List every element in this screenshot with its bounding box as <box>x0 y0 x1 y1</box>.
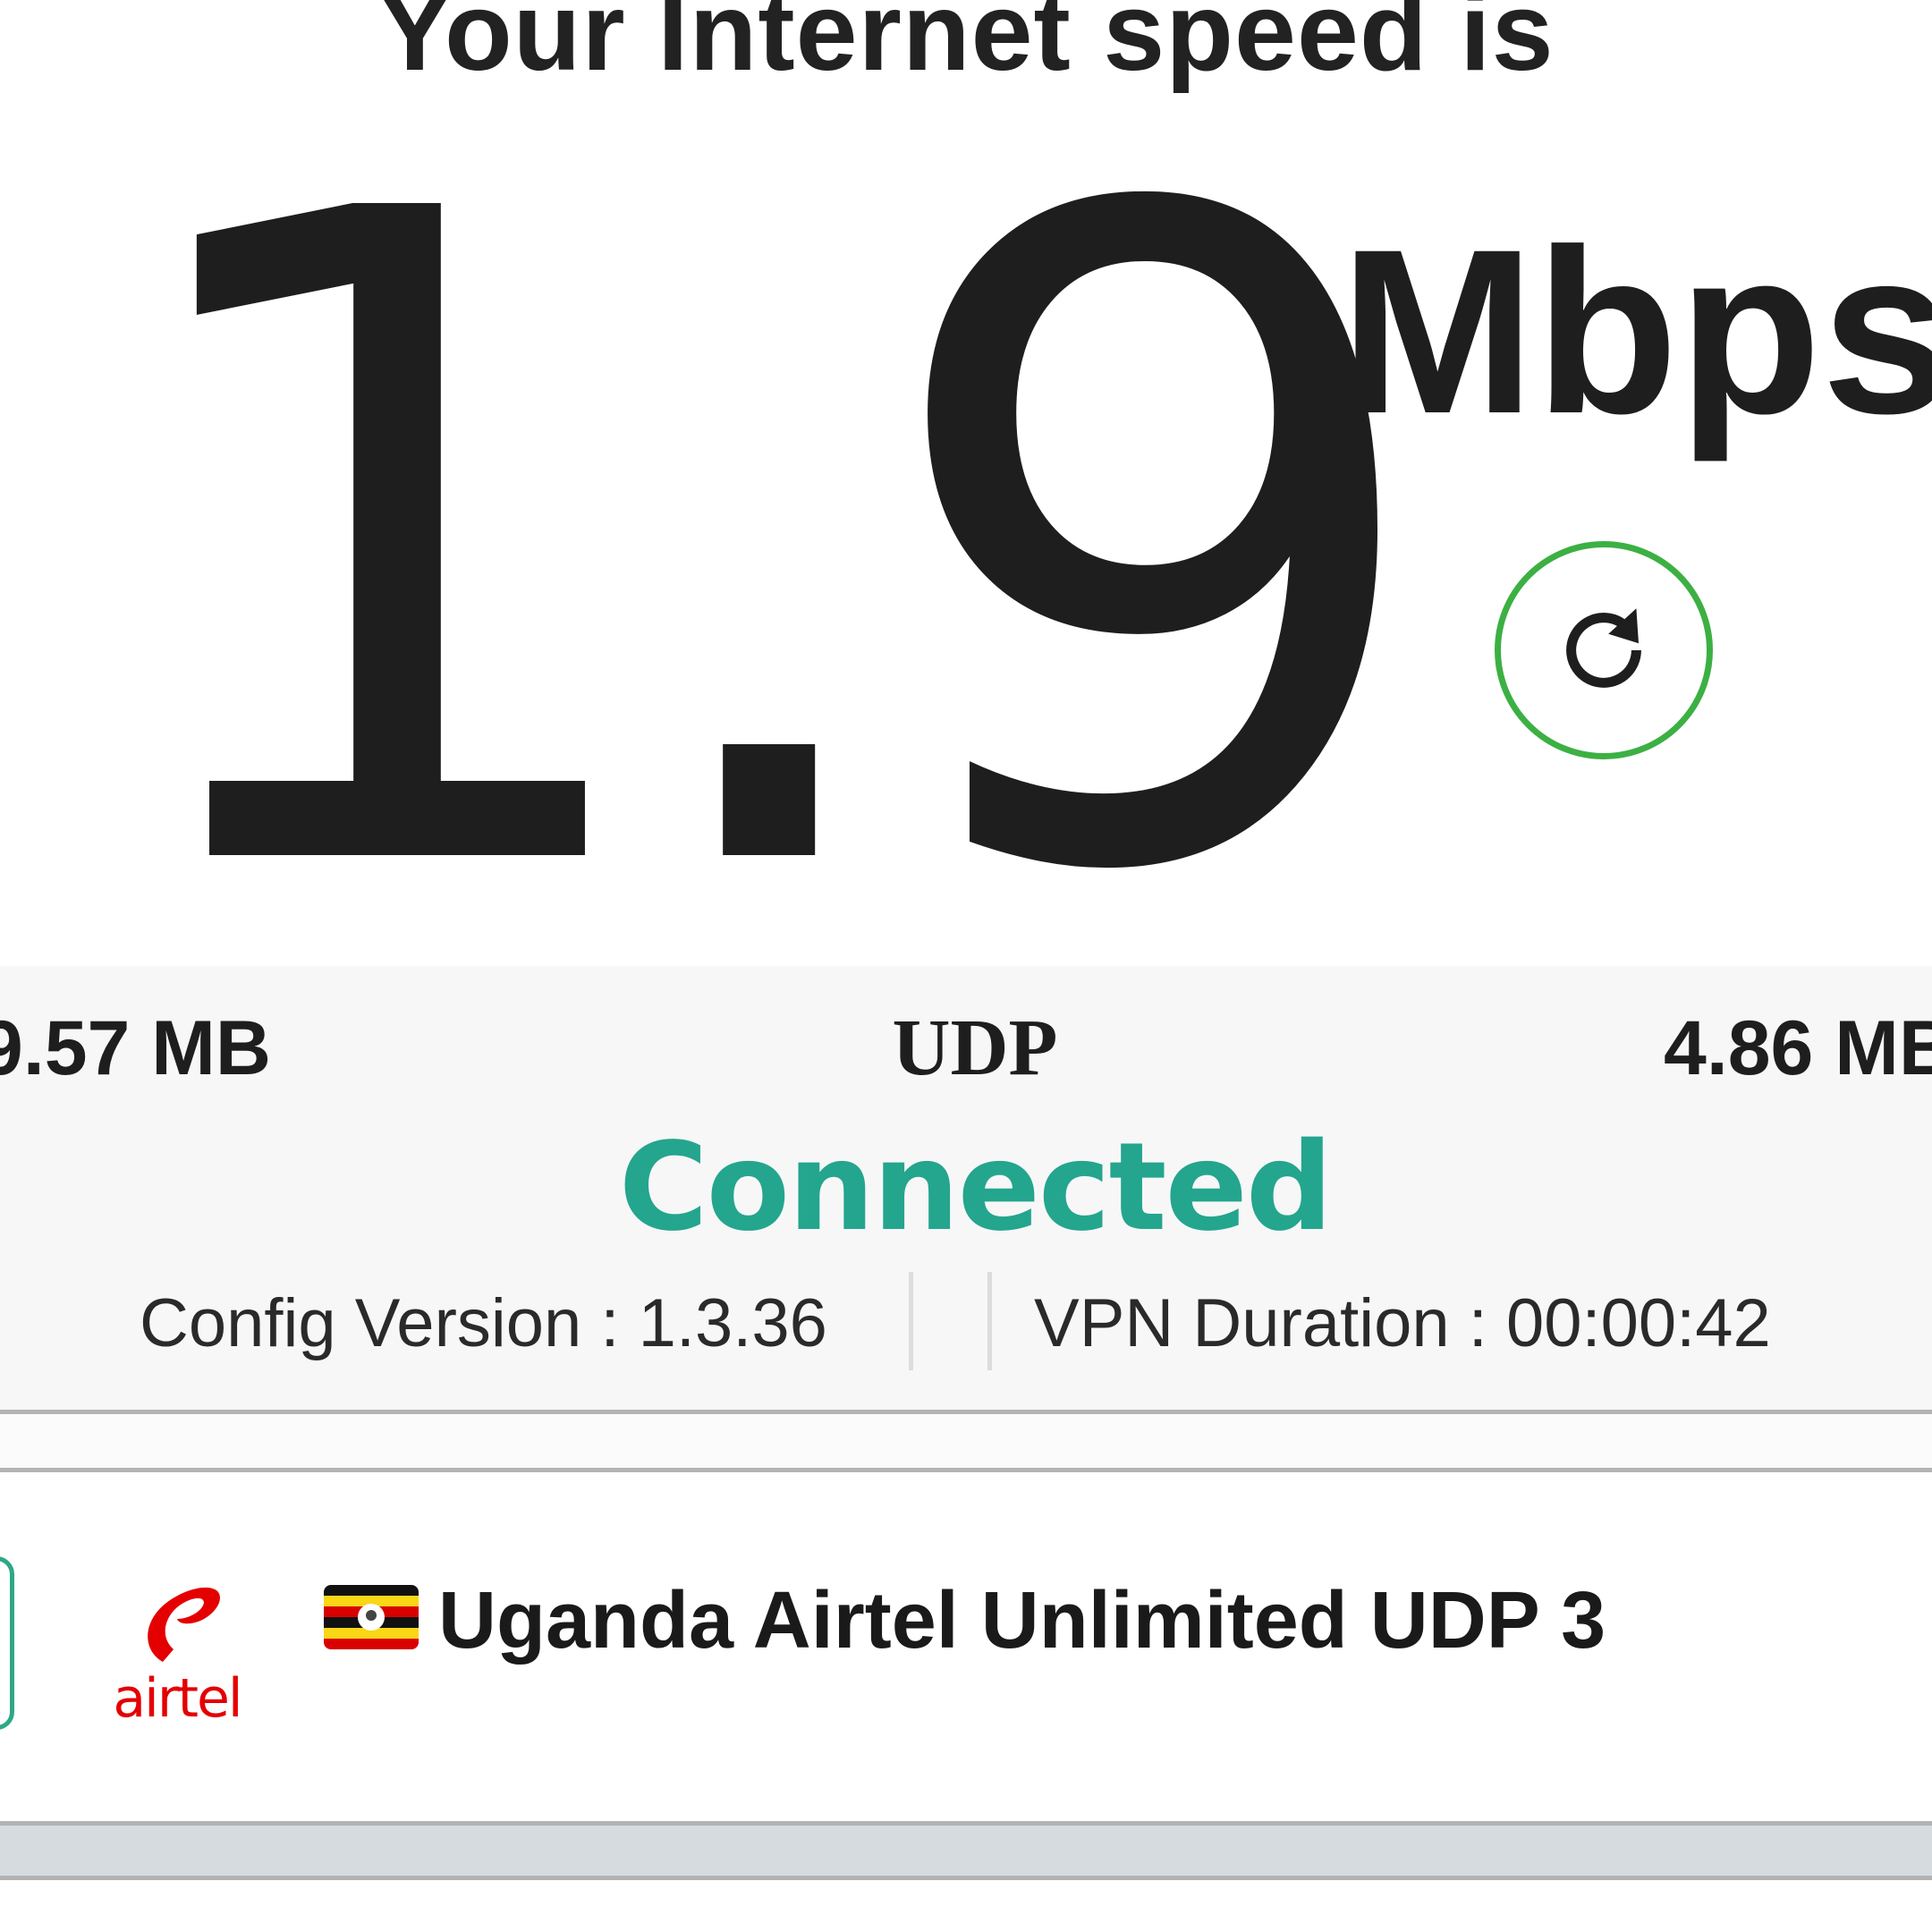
server-name: Uganda Airtel Unlimited UDP 3 <box>438 1576 1606 1665</box>
upload-data-value: 4.86 MB <box>1664 1005 1932 1091</box>
speed-value: 1.9 <box>98 25 1440 1066</box>
airtel-swoosh-icon <box>148 1587 220 1662</box>
speed-unit: Mbps <box>1340 200 1932 462</box>
retest-button[interactable] <box>1495 541 1713 759</box>
config-version: Config Version : 1.3.36 <box>140 1285 827 1361</box>
info-divider <box>987 1272 992 1370</box>
refresh-icon <box>1566 608 1641 688</box>
spacer-band <box>0 1826 1932 1876</box>
server-select-checkbox[interactable] <box>0 1556 14 1730</box>
info-divider <box>909 1272 913 1370</box>
speed-test-screen: Your Internet speed is 1.9 Mbps 9.57 MB … <box>0 0 1932 1932</box>
divider-line <box>0 1468 1932 1472</box>
airtel-logo: airtel <box>97 1556 258 1735</box>
protocol-label: UDP <box>892 1004 1058 1092</box>
spacer-band <box>0 1414 1932 1468</box>
uganda-flag-icon <box>324 1585 419 1649</box>
connection-status: Connected <box>618 1117 1333 1258</box>
divider-line <box>0 1876 1932 1880</box>
vpn-duration: VPN Duration : 00:00:42 <box>1034 1285 1771 1361</box>
airtel-logo-text: airtel <box>113 1667 242 1730</box>
